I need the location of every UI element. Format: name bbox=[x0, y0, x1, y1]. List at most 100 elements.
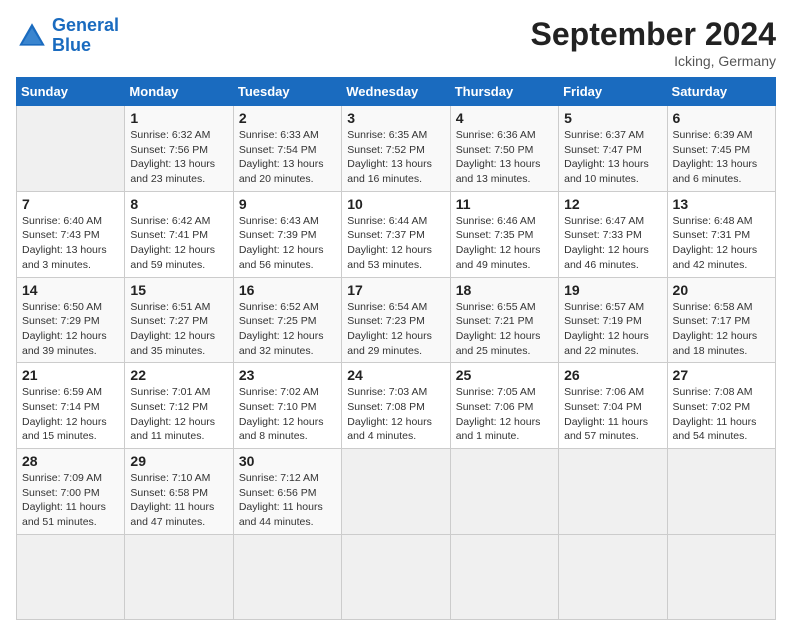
calendar-cell: 3Sunrise: 6:35 AMSunset: 7:52 PMDaylight… bbox=[342, 106, 450, 192]
day-info: Sunrise: 7:06 AMSunset: 7:04 PMDaylight:… bbox=[564, 385, 661, 444]
calendar-cell: 26 Sunrise: 7:06 AMSunset: 7:04 PMDayligh… bbox=[559, 363, 667, 449]
day-info: Sunrise: 6:52 AMSunset: 7:25 PMDaylight:… bbox=[239, 300, 336, 359]
day-number: 2 bbox=[239, 110, 336, 126]
day-info: Sunrise: 7:03 AMSunset: 7:08 PMDaylight:… bbox=[347, 385, 444, 444]
calendar-cell: 21 Sunrise: 6:59 AMSunset: 7:14 PMDayligh… bbox=[17, 363, 125, 449]
day-info: Sunrise: 6:44 AMSunset: 7:37 PMDaylight:… bbox=[347, 214, 444, 273]
weekday-header: Thursday bbox=[450, 78, 558, 106]
calendar-cell bbox=[559, 534, 667, 619]
weekday-header: Friday bbox=[559, 78, 667, 106]
logo-icon bbox=[16, 20, 48, 52]
day-number: 9 bbox=[239, 196, 336, 212]
calendar-cell bbox=[450, 534, 558, 619]
calendar-cell: 12Sunrise: 6:47 AMSunset: 7:33 PMDayligh… bbox=[559, 191, 667, 277]
day-number: 1 bbox=[130, 110, 227, 126]
calendar-cell: 29 Sunrise: 7:10 AMSunset: 6:58 PMDayligh… bbox=[125, 449, 233, 535]
calendar-cell: 6Sunrise: 6:39 AMSunset: 7:45 PMDaylight… bbox=[667, 106, 775, 192]
day-info: Sunrise: 6:43 AMSunset: 7:39 PMDaylight:… bbox=[239, 214, 336, 273]
weekday-header: Monday bbox=[125, 78, 233, 106]
day-number: 5 bbox=[564, 110, 661, 126]
day-number: 28 bbox=[22, 453, 119, 469]
weekday-header: Wednesday bbox=[342, 78, 450, 106]
day-number: 21 bbox=[22, 367, 119, 383]
day-info: Sunrise: 6:57 AMSunset: 7:19 PMDaylight:… bbox=[564, 300, 661, 359]
day-number: 19 bbox=[564, 282, 661, 298]
calendar-cell: 28Sunrise: 7:09 AMSunset: 7:00 PMDayligh… bbox=[17, 449, 125, 535]
day-number: 10 bbox=[347, 196, 444, 212]
day-info: Sunrise: 6:40 AMSunset: 7:43 PMDaylight:… bbox=[22, 214, 119, 273]
calendar-cell: 19 Sunrise: 6:57 AMSunset: 7:19 PMDayligh… bbox=[559, 277, 667, 363]
calendar-cell: 17Sunrise: 6:54 AMSunset: 7:23 PMDayligh… bbox=[342, 277, 450, 363]
calendar-cell: 20 Sunrise: 6:58 AMSunset: 7:17 PMDayligh… bbox=[667, 277, 775, 363]
calendar-cell bbox=[559, 449, 667, 535]
day-number: 24 bbox=[347, 367, 444, 383]
day-info: Sunrise: 6:32 AMSunset: 7:56 PMDaylight:… bbox=[130, 128, 227, 187]
calendar-cell: 1 Sunrise: 6:32 AMSunset: 7:56 PMDaylight… bbox=[125, 106, 233, 192]
calendar-cell: 5Sunrise: 6:37 AMSunset: 7:47 PMDaylight… bbox=[559, 106, 667, 192]
title-block: September 2024 Icking, Germany bbox=[531, 16, 776, 69]
calendar-row bbox=[17, 534, 776, 619]
day-info: Sunrise: 7:05 AMSunset: 7:06 PMDaylight:… bbox=[456, 385, 553, 444]
day-number: 11 bbox=[456, 196, 553, 212]
logo-blue: Blue bbox=[52, 35, 91, 55]
day-number: 4 bbox=[456, 110, 553, 126]
calendar-cell: 30Sunrise: 7:12 AMSunset: 6:56 PMDayligh… bbox=[233, 449, 341, 535]
page-header: General Blue September 2024 Icking, Germ… bbox=[16, 16, 776, 69]
calendar-cell: 24 Sunrise: 7:03 AMSunset: 7:08 PMDayligh… bbox=[342, 363, 450, 449]
day-number: 15 bbox=[130, 282, 227, 298]
weekday-header: Sunday bbox=[17, 78, 125, 106]
day-number: 27 bbox=[673, 367, 770, 383]
day-info: Sunrise: 6:33 AMSunset: 7:54 PMDaylight:… bbox=[239, 128, 336, 187]
calendar-row: 14 Sunrise: 6:50 AMSunset: 7:29 PMDayligh… bbox=[17, 277, 776, 363]
day-info: Sunrise: 6:55 AMSunset: 7:21 PMDaylight:… bbox=[456, 300, 553, 359]
calendar-cell bbox=[342, 534, 450, 619]
calendar-cell bbox=[17, 534, 125, 619]
day-number: 26 bbox=[564, 367, 661, 383]
calendar-cell bbox=[17, 106, 125, 192]
day-number: 13 bbox=[673, 196, 770, 212]
calendar-cell: 8 Sunrise: 6:42 AMSunset: 7:41 PMDaylight… bbox=[125, 191, 233, 277]
day-number: 23 bbox=[239, 367, 336, 383]
calendar-cell: 4Sunrise: 6:36 AMSunset: 7:50 PMDaylight… bbox=[450, 106, 558, 192]
calendar-row: 7 Sunrise: 6:40 AMSunset: 7:43 PMDaylight… bbox=[17, 191, 776, 277]
day-info: Sunrise: 7:01 AMSunset: 7:12 PMDaylight:… bbox=[130, 385, 227, 444]
day-number: 12 bbox=[564, 196, 661, 212]
calendar-row: 28Sunrise: 7:09 AMSunset: 7:00 PMDayligh… bbox=[17, 449, 776, 535]
calendar-cell: 27 Sunrise: 7:08 AMSunset: 7:02 PMDayligh… bbox=[667, 363, 775, 449]
day-info: Sunrise: 6:58 AMSunset: 7:17 PMDaylight:… bbox=[673, 300, 770, 359]
calendar-cell bbox=[667, 534, 775, 619]
calendar-cell bbox=[233, 534, 341, 619]
day-number: 14 bbox=[22, 282, 119, 298]
calendar-cell: 7 Sunrise: 6:40 AMSunset: 7:43 PMDaylight… bbox=[17, 191, 125, 277]
calendar-cell bbox=[342, 449, 450, 535]
day-info: Sunrise: 6:39 AMSunset: 7:45 PMDaylight:… bbox=[673, 128, 770, 187]
day-info: Sunrise: 7:10 AMSunset: 6:58 PMDaylight:… bbox=[130, 471, 227, 530]
month-title: September 2024 bbox=[531, 16, 776, 53]
day-info: Sunrise: 6:46 AMSunset: 7:35 PMDaylight:… bbox=[456, 214, 553, 273]
calendar-cell: 16 Sunrise: 6:52 AMSunset: 7:25 PMDayligh… bbox=[233, 277, 341, 363]
location: Icking, Germany bbox=[531, 53, 776, 69]
calendar-cell: 11 Sunrise: 6:46 AMSunset: 7:35 PMDayligh… bbox=[450, 191, 558, 277]
day-number: 25 bbox=[456, 367, 553, 383]
logo-general: General bbox=[52, 15, 119, 35]
day-info: Sunrise: 6:42 AMSunset: 7:41 PMDaylight:… bbox=[130, 214, 227, 273]
calendar-cell bbox=[125, 534, 233, 619]
day-number: 16 bbox=[239, 282, 336, 298]
weekday-header: Tuesday bbox=[233, 78, 341, 106]
day-number: 7 bbox=[22, 196, 119, 212]
day-number: 18 bbox=[456, 282, 553, 298]
calendar-cell: 10 Sunrise: 6:44 AMSunset: 7:37 PMDayligh… bbox=[342, 191, 450, 277]
weekday-header: Saturday bbox=[667, 78, 775, 106]
calendar-cell: 18 Sunrise: 6:55 AMSunset: 7:21 PMDayligh… bbox=[450, 277, 558, 363]
calendar-cell: 9 Sunrise: 6:43 AMSunset: 7:39 PMDaylight… bbox=[233, 191, 341, 277]
day-info: Sunrise: 7:08 AMSunset: 7:02 PMDaylight:… bbox=[673, 385, 770, 444]
calendar-cell: 13Sunrise: 6:48 AMSunset: 7:31 PMDayligh… bbox=[667, 191, 775, 277]
day-number: 29 bbox=[130, 453, 227, 469]
day-number: 8 bbox=[130, 196, 227, 212]
day-info: Sunrise: 6:50 AMSunset: 7:29 PMDaylight:… bbox=[22, 300, 119, 359]
day-info: Sunrise: 6:59 AMSunset: 7:14 PMDaylight:… bbox=[22, 385, 119, 444]
calendar-cell: 15Sunrise: 6:51 AMSunset: 7:27 PMDayligh… bbox=[125, 277, 233, 363]
calendar-cell bbox=[450, 449, 558, 535]
calendar-table: SundayMondayTuesdayWednesdayThursdayFrid… bbox=[16, 77, 776, 620]
day-number: 20 bbox=[673, 282, 770, 298]
